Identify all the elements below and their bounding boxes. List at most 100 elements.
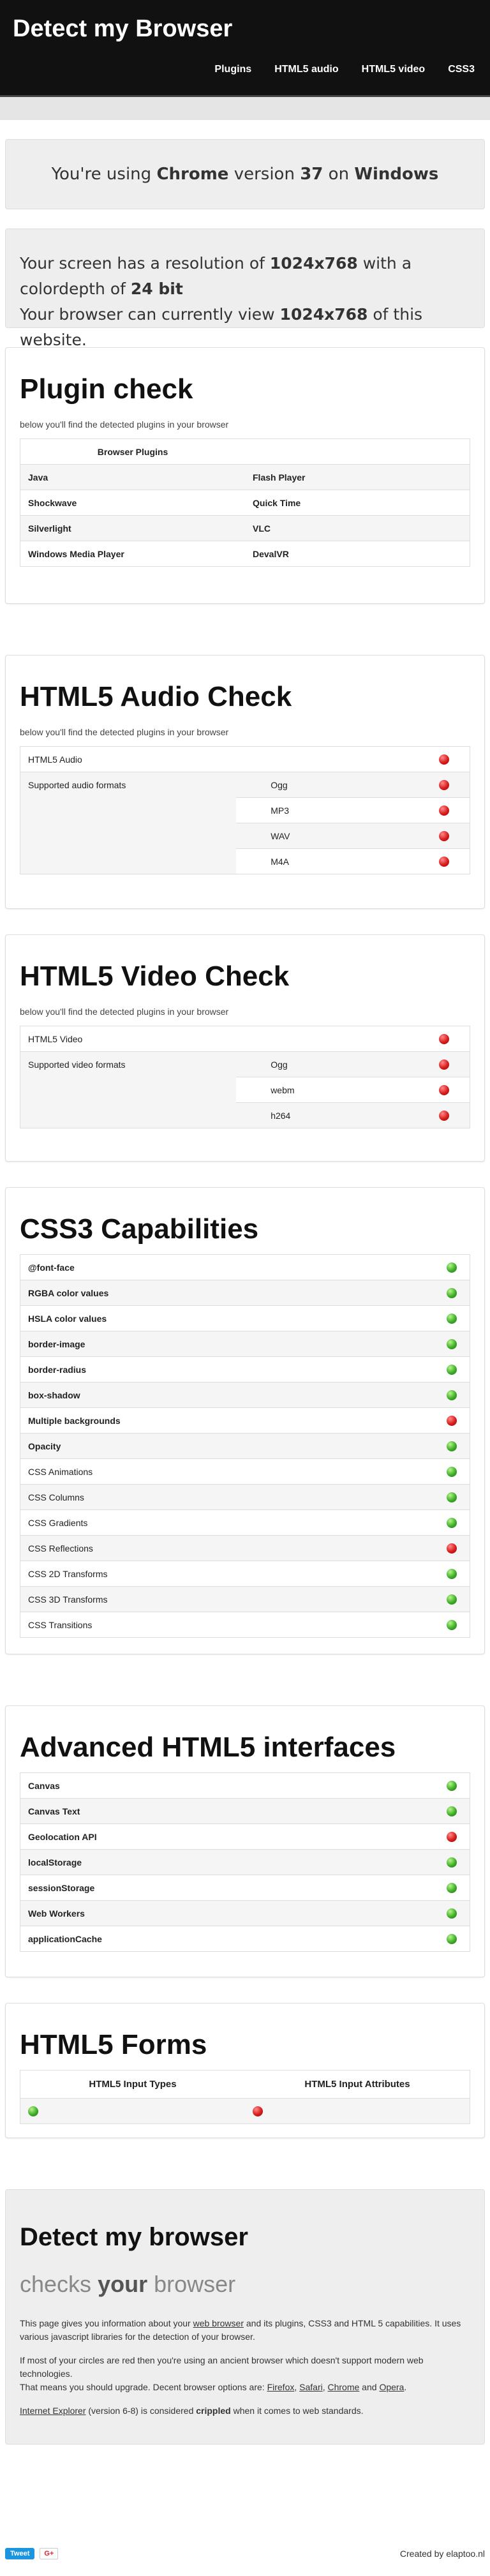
plugin-quicktime: Quick Time [245, 490, 470, 516]
audio-m4a-status-icon [439, 857, 450, 867]
nav-html5-video-link[interactable]: HTML5 video [362, 64, 426, 75]
html5-item-label: Canvas [28, 1780, 60, 1791]
plugin-wmp: Windows Media Player [20, 541, 245, 567]
browser-info-text: You're using Chrome version 37 on Window… [51, 165, 439, 184]
video-h264-status-icon [439, 1111, 450, 1121]
html5-interfaces-title: Advanced HTML5 interfaces [20, 1732, 396, 1763]
status-green-icon [447, 1390, 457, 1401]
header-divider [0, 97, 490, 120]
plugins-table-header: Browser Plugins [97, 446, 168, 457]
video-webm-status-icon [439, 1085, 450, 1096]
css3-item-label: Opacity [20, 1433, 343, 1459]
html5-video-panel: HTML5 Video Check below you'll find the … [5, 934, 485, 1162]
css3-item-label: border-radius [20, 1356, 343, 1382]
audio-mp3-status-icon [439, 805, 450, 816]
status-green-icon [447, 1314, 457, 1324]
plugin-silverlight: Silverlight [20, 515, 245, 541]
video-check-subtitle: below you'll find the detected plugins i… [20, 1007, 229, 1017]
audio-format-m4a: M4A [263, 848, 419, 874]
css3-item-label: CSS 3D Transforms [20, 1586, 343, 1612]
about-paragraph-2: If most of your circles are red then you… [20, 2355, 424, 2392]
css3-item-label: RGBA color values [20, 1280, 343, 1306]
html5-audio-panel: HTML5 Audio Check below you'll find the … [5, 655, 485, 909]
audio-check-subtitle: below you'll find the detected plugins i… [20, 727, 229, 737]
audio-format-mp3: MP3 [263, 797, 419, 823]
video-table: HTML5 Video Supported video formats Ogg … [20, 1026, 470, 1128]
css3-item-label: CSS 2D Transforms [20, 1561, 343, 1587]
social-buttons: Tweet G+ [5, 2548, 59, 2559]
about-tagline: checks your browser [20, 2271, 236, 2297]
status-green-icon [447, 1518, 457, 1529]
status-green-icon [447, 1883, 457, 1894]
plugin-flash: Flash Player [245, 464, 470, 490]
audio-table: HTML5 Audio Supported audio formats Ogg … [20, 746, 470, 874]
html5-forms-panel: HTML5 Forms HTML5 Input Types HTML5 Inpu… [5, 2003, 485, 2138]
nav-html5-audio-link[interactable]: HTML5 audio [274, 64, 338, 75]
top-navbar: Detect my Browser Plugins HTML5 audio HT… [0, 0, 490, 97]
status-green-icon [447, 1569, 457, 1580]
safari-link[interactable]: Safari [299, 2382, 323, 2392]
status-red-icon [447, 1832, 457, 1843]
css3-item-label: border-image [20, 1331, 343, 1357]
color-depth-line: colordepth of 24 bit [20, 280, 183, 298]
css3-item-label: Multiple backgrounds [20, 1407, 343, 1434]
html5-item-label: Web Workers [20, 1900, 343, 1926]
css3-capabilities-panel: CSS3 Capabilities @font-face RGBA color v… [5, 1187, 485, 1654]
nav-plugins-link[interactable]: Plugins [214, 64, 251, 75]
status-green-icon [447, 1620, 457, 1631]
input-attributes-status-icon [253, 2106, 263, 2117]
chrome-link[interactable]: Chrome [328, 2382, 360, 2392]
css3-item-label: CSS Transitions [20, 1612, 343, 1638]
status-red-icon [447, 1416, 457, 1427]
browser-info-box: You're using Chrome version 37 on Window… [5, 139, 485, 209]
status-green-icon [447, 1288, 457, 1299]
plugin-check-panel: Plugin check below you'll find the detec… [5, 347, 485, 604]
status-red-icon [447, 1543, 457, 1554]
status-green-icon [447, 1339, 457, 1350]
about-title: Detect my browser [20, 2223, 248, 2251]
css3-table: @font-face RGBA color values HSLA color va… [20, 1254, 470, 1638]
brand-title[interactable]: Detect my Browser [13, 15, 232, 43]
screen-resolution-line: Your screen has a resolution of 1024x768… [20, 254, 412, 273]
audio-support-status-icon [439, 754, 450, 765]
screen-info-box: Your screen has a resolution of 1024x768… [5, 228, 485, 349]
css3-title: CSS3 Capabilities [20, 1213, 259, 1245]
css3-item-label: @font-face [28, 1262, 75, 1273]
nav-css3-link[interactable]: CSS3 [448, 64, 475, 75]
video-check-title: HTML5 Video Check [20, 961, 290, 992]
plugins-table: Browser Plugins Java Flash Player Shockwa… [20, 438, 470, 567]
status-green-icon [447, 1467, 457, 1478]
firefox-link[interactable]: Firefox [267, 2382, 295, 2392]
video-ogg-status-icon [439, 1060, 450, 1070]
tweet-button[interactable]: Tweet [5, 2548, 35, 2559]
google-plus-button[interactable]: G+ [40, 2548, 59, 2559]
css3-item-label: CSS Gradients [20, 1509, 343, 1536]
viewport-line: Your browser can currently view 1024x768… [20, 305, 423, 349]
opera-link[interactable]: Opera [379, 2382, 404, 2392]
plugin-check-subtitle: below you'll find the detected plugins i… [20, 419, 229, 430]
main-nav: Plugins HTML5 audio HTML5 video CSS3 [191, 64, 475, 75]
input-types-status-icon [28, 2106, 38, 2117]
video-support-label: HTML5 Video [28, 1033, 83, 1044]
status-green-icon [447, 1857, 457, 1868]
status-green-icon [447, 1262, 457, 1273]
html5-interfaces-panel: Advanced HTML5 interfaces Canvas Canvas T… [5, 1705, 485, 1977]
html5-item-label: sessionStorage [20, 1875, 343, 1901]
audio-wav-status-icon [439, 831, 450, 842]
footer: Tweet G+ Created by elaptoo.nl [5, 2544, 485, 2563]
input-attributes-header: HTML5 Input Attributes [304, 2079, 410, 2090]
footer-credit: Created by elaptoo.nl [399, 2549, 485, 2559]
status-green-icon [447, 1441, 457, 1452]
about-paragraph-1: This page gives you information about yo… [20, 2318, 461, 2342]
status-green-icon [447, 1594, 457, 1605]
status-green-icon [447, 1365, 457, 1375]
internet-explorer-link[interactable]: Internet Explorer [20, 2406, 86, 2416]
video-support-status-icon [439, 1034, 450, 1045]
status-green-icon [447, 1806, 457, 1817]
about-paragraph-3: Internet Explorer (version 6-8) is consi… [20, 2406, 364, 2416]
css3-item-label: CSS Animations [20, 1458, 343, 1485]
web-browser-link[interactable]: web browser [193, 2318, 244, 2328]
plugin-java: Java [20, 464, 245, 490]
audio-format-ogg: Ogg [263, 772, 419, 798]
about-section: Detect my browser checks your browser Th… [5, 2189, 485, 2445]
